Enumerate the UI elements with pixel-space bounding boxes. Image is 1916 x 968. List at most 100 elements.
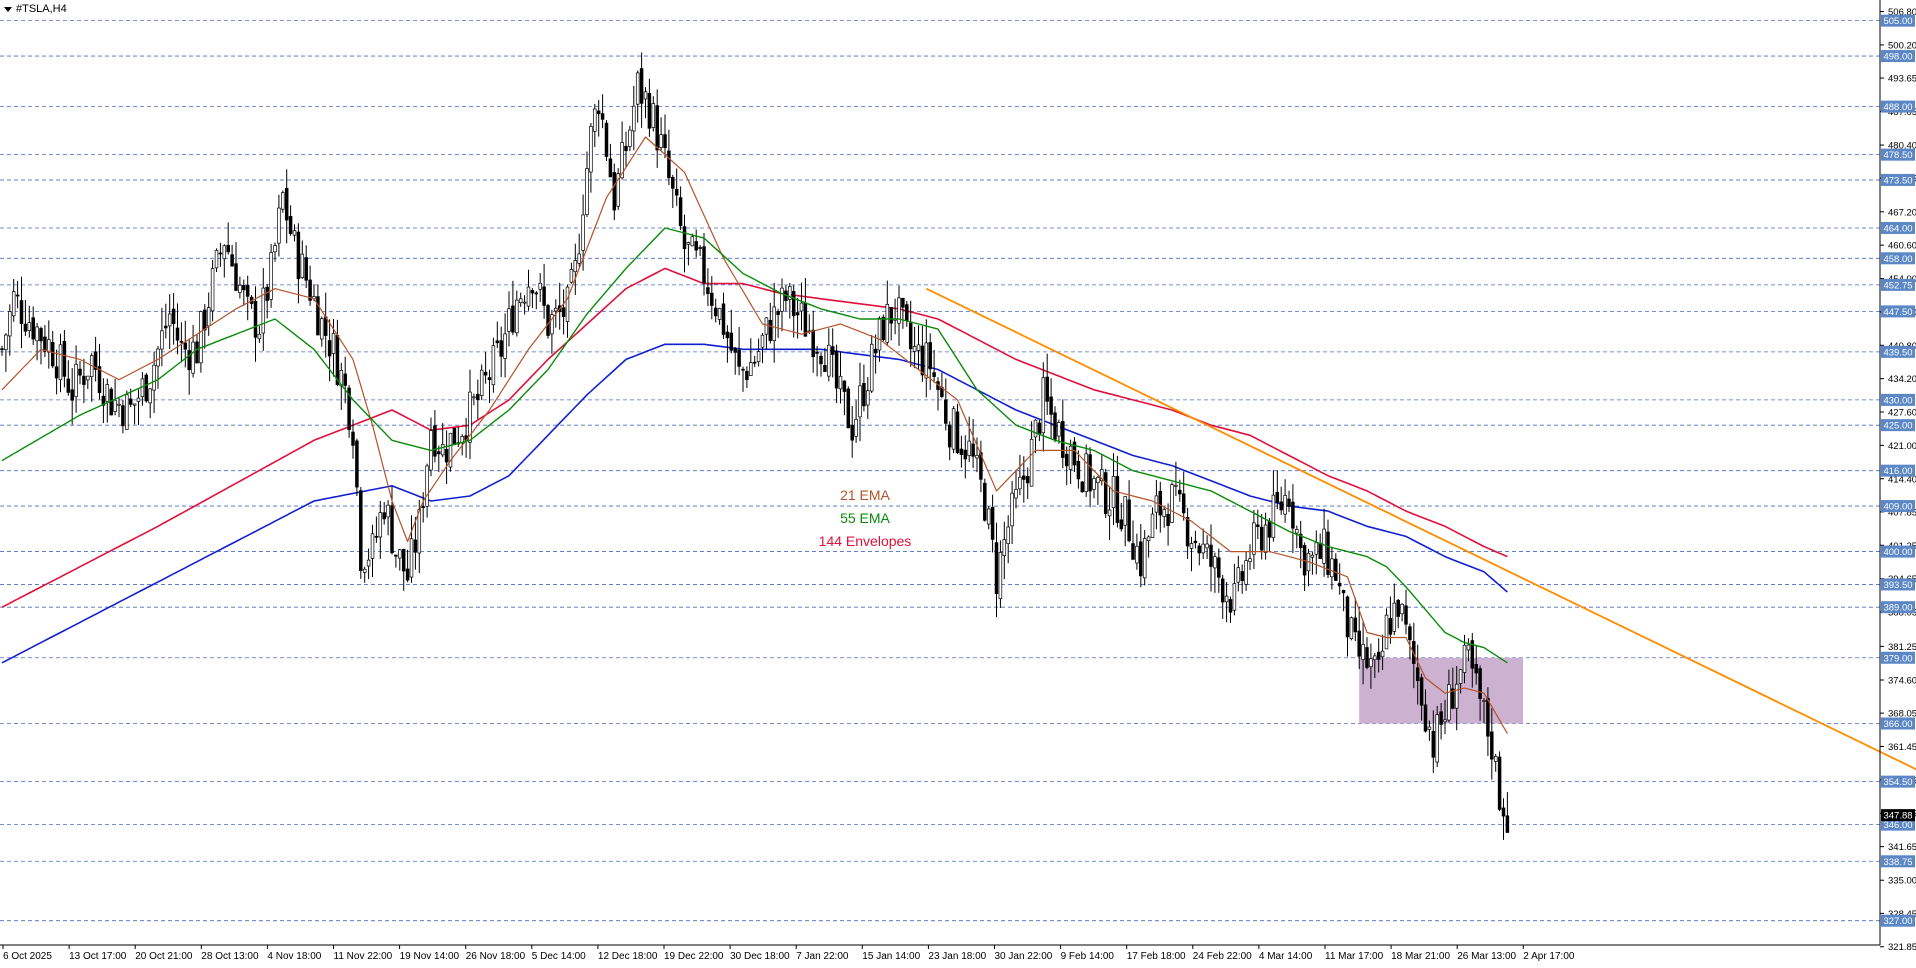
candle-body-bear	[242, 285, 246, 291]
candle-body-bear	[1256, 524, 1260, 527]
candle-body-bear	[245, 284, 250, 297]
candle-body-bear	[823, 365, 827, 372]
candle-body-bear	[1341, 590, 1346, 594]
candle-body-bull	[1283, 495, 1287, 515]
candle-body-bull	[866, 390, 870, 406]
candle-body-bear	[1415, 667, 1420, 682]
time-tick-label: 15 Jan 14:00	[862, 951, 920, 962]
candle-body-bull	[238, 284, 242, 294]
candle	[4, 333, 8, 372]
candle-body-bear	[401, 548, 406, 572]
candle	[203, 304, 207, 349]
candle-body-bull	[651, 103, 656, 128]
candle-body-bear	[710, 292, 714, 306]
candle	[495, 321, 500, 349]
candle	[725, 325, 730, 363]
candle	[569, 262, 574, 284]
candle-body-bull	[366, 559, 371, 567]
symbol-header[interactable]: #TSLA,H4	[4, 3, 67, 15]
candle-body-bear	[351, 431, 355, 446]
candle	[869, 335, 874, 394]
candle-body-bull	[331, 333, 336, 354]
candle	[979, 440, 983, 493]
candle-body-bear	[1486, 697, 1490, 737]
price-chart: 506.80500.20493.65487.05480.40473.85467.…	[0, 0, 1916, 962]
candle	[1388, 596, 1393, 644]
candle	[366, 548, 371, 580]
candle-body-bull	[105, 384, 110, 402]
candle	[530, 288, 535, 308]
candle-body-bull	[916, 344, 921, 351]
candle	[858, 362, 862, 442]
candle-body-bull	[148, 388, 152, 404]
candle	[912, 326, 917, 369]
candle-body-bear	[70, 389, 74, 401]
candle-body-bear	[596, 110, 601, 115]
candle	[66, 360, 71, 396]
candle-body-bear	[382, 512, 386, 520]
candle	[823, 347, 827, 373]
candle-body-bear	[1497, 756, 1502, 810]
candle-body-bear	[862, 383, 866, 407]
dropdown-triangle-icon[interactable]	[4, 6, 12, 12]
candle-body-bull	[1150, 513, 1155, 538]
candle	[1497, 751, 1502, 812]
candle	[1306, 548, 1311, 587]
candle-body-bull	[1111, 475, 1116, 508]
candle	[511, 280, 515, 336]
candle-body-bear	[128, 398, 133, 405]
candle	[1189, 536, 1194, 572]
candle-body-bear	[433, 425, 437, 457]
candle-body-bear	[1501, 807, 1506, 817]
candle-body-bull	[628, 129, 632, 147]
candle-body-bear	[394, 554, 398, 557]
candle	[491, 337, 496, 393]
candle-body-bear	[530, 290, 535, 294]
candle	[1193, 530, 1198, 549]
candle-body-bull	[210, 268, 215, 312]
candle-body-bull	[117, 403, 121, 406]
candle	[230, 244, 234, 267]
candle	[304, 245, 308, 289]
candle-body-bear	[1209, 544, 1213, 567]
candle	[550, 309, 554, 354]
level-badge: 400.00	[1881, 545, 1915, 558]
candle-body-bear	[647, 93, 652, 129]
candle-body-bull	[507, 308, 511, 332]
candle-body-bull	[1213, 556, 1217, 569]
level-badge: 416.00	[1881, 464, 1915, 477]
candle-body-bear	[1287, 498, 1291, 507]
candle-body-bull	[854, 418, 858, 437]
time-tick-label: 30 Jan 22:00	[995, 951, 1053, 962]
candle-body-bear	[811, 329, 815, 358]
candle-body-bear	[745, 370, 749, 380]
price-tick-label: 421.00	[1888, 441, 1916, 452]
candle-body-bull	[191, 341, 195, 374]
candle	[1295, 525, 1299, 549]
candle-body-bear	[698, 247, 702, 249]
candle	[1345, 595, 1350, 657]
candle-body-bull	[1232, 583, 1237, 611]
candle	[737, 326, 741, 376]
level-badge: 498.00	[1881, 50, 1915, 63]
candle-body-bull	[1263, 524, 1268, 553]
level-badge: 439.50	[1881, 345, 1915, 358]
candle	[1158, 481, 1163, 533]
candle-body-bear	[327, 340, 332, 357]
candle	[386, 500, 390, 536]
candle-body-bear	[846, 388, 851, 429]
candle	[733, 347, 737, 375]
candle-body-bull	[277, 207, 281, 244]
candle	[585, 151, 589, 217]
candle-body-bear	[721, 303, 726, 335]
level-badge: 393.50	[1881, 578, 1915, 591]
candle	[710, 276, 714, 320]
candle	[62, 329, 67, 388]
candle-body-bull	[281, 192, 285, 210]
candle	[1135, 533, 1139, 570]
candle-body-bear	[1345, 596, 1350, 638]
candle	[784, 285, 788, 312]
candle	[1244, 551, 1248, 591]
candle-body-bear	[1049, 396, 1053, 415]
time-tick-label: 17 Feb 18:00	[1127, 951, 1186, 962]
